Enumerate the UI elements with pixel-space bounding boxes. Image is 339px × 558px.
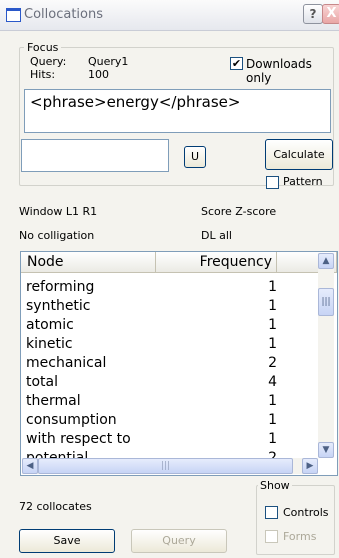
- node-cell: kinetic: [26, 336, 73, 352]
- table-row[interactable]: consumption 1: [21, 411, 321, 430]
- node-cell: synthetic: [26, 298, 91, 314]
- scroll-down-icon[interactable]: ▼: [318, 442, 334, 458]
- hits-label: Hits:: [30, 68, 56, 81]
- node-cell: reforming: [26, 279, 95, 295]
- collocate-input[interactable]: [21, 139, 169, 172]
- frequency-cell: 1: [268, 298, 277, 314]
- window-setting: Window L1 R1: [19, 205, 98, 218]
- scroll-right-icon[interactable]: ▶: [302, 458, 318, 474]
- node-cell: total: [26, 374, 59, 390]
- table-row[interactable]: reforming 1: [21, 278, 321, 297]
- frequency-cell: 2: [268, 355, 277, 371]
- forms-label: Forms: [283, 530, 317, 543]
- collocate-count: 72 collocates: [19, 500, 92, 513]
- window-icon: [6, 8, 21, 22]
- node-cell: consumption: [26, 412, 117, 428]
- u-button[interactable]: U: [184, 146, 206, 168]
- hits-value: 100: [88, 68, 109, 81]
- node-cell: thermal: [26, 393, 81, 409]
- scroll-up-icon[interactable]: ▲: [318, 253, 334, 269]
- forms-checkbox[interactable]: [265, 530, 278, 543]
- window-title: Collocations: [24, 7, 103, 22]
- controls-checkbox[interactable]: [265, 506, 278, 519]
- query-value: Query1: [88, 55, 129, 68]
- focus-legend: Focus: [24, 41, 62, 54]
- colligation-setting: No colligation: [19, 229, 95, 242]
- close-button[interactable]: X: [322, 4, 339, 24]
- score-setting: Score Z-score: [201, 205, 277, 218]
- table-row[interactable]: thermal 1: [21, 392, 321, 411]
- table-row[interactable]: synthetic 1: [21, 297, 321, 316]
- query-button[interactable]: Query: [131, 529, 227, 553]
- check-icon: ✔: [231, 57, 242, 70]
- table-row[interactable]: atomic 1: [21, 316, 321, 335]
- calculate-button[interactable]: Calculate: [265, 139, 333, 170]
- frequency-cell: 1: [268, 279, 277, 295]
- dl-setting: DL all: [201, 229, 232, 242]
- pattern-label: Pattern: [283, 175, 323, 188]
- column-node[interactable]: Node: [21, 252, 156, 273]
- pattern-checkbox[interactable]: [266, 176, 279, 189]
- vertical-scrollbar[interactable]: ▲ ||| ▼: [318, 253, 334, 458]
- table-row[interactable]: with respect to 1: [21, 430, 321, 449]
- scroll-left-icon[interactable]: ◀: [22, 458, 38, 474]
- frequency-cell: 4: [268, 374, 277, 390]
- phrase-text: <phrase>energy</phrase>: [30, 93, 241, 111]
- show-group: [256, 485, 335, 555]
- downloads-only-checkbox[interactable]: ✔: [230, 57, 243, 70]
- frequency-cell: 1: [268, 317, 277, 333]
- table-row[interactable]: kinetic 1: [21, 335, 321, 354]
- node-cell: mechanical: [26, 355, 107, 371]
- query-label: Query:: [30, 55, 67, 68]
- frequency-cell: 1: [268, 336, 277, 352]
- downloads-only-label: Downloads only: [246, 57, 312, 85]
- column-frequency[interactable]: Frequency: [156, 252, 277, 273]
- help-button[interactable]: ?: [303, 4, 323, 24]
- horizontal-scroll-thumb[interactable]: |||: [38, 458, 293, 474]
- frequency-cell: 1: [268, 393, 277, 409]
- node-cell: atomic: [26, 317, 74, 333]
- phrase-textarea[interactable]: <phrase>energy</phrase>: [24, 89, 331, 133]
- frequency-cell: 1: [268, 431, 277, 447]
- controls-label: Controls: [283, 506, 329, 519]
- frequency-cell: 1: [268, 412, 277, 428]
- collocate-list[interactable]: Node Frequency Z- reforming1 synthetic1 …: [20, 251, 338, 476]
- table-row[interactable]: mechanical 2: [21, 354, 321, 373]
- node-cell: with respect to: [26, 431, 131, 447]
- vertical-scroll-thumb[interactable]: |||: [318, 288, 334, 316]
- save-button[interactable]: Save: [19, 529, 115, 553]
- horizontal-scrollbar[interactable]: ◀ ||| ▶: [22, 458, 318, 474]
- show-legend: Show: [258, 479, 292, 492]
- table-row[interactable]: total 4: [21, 373, 321, 392]
